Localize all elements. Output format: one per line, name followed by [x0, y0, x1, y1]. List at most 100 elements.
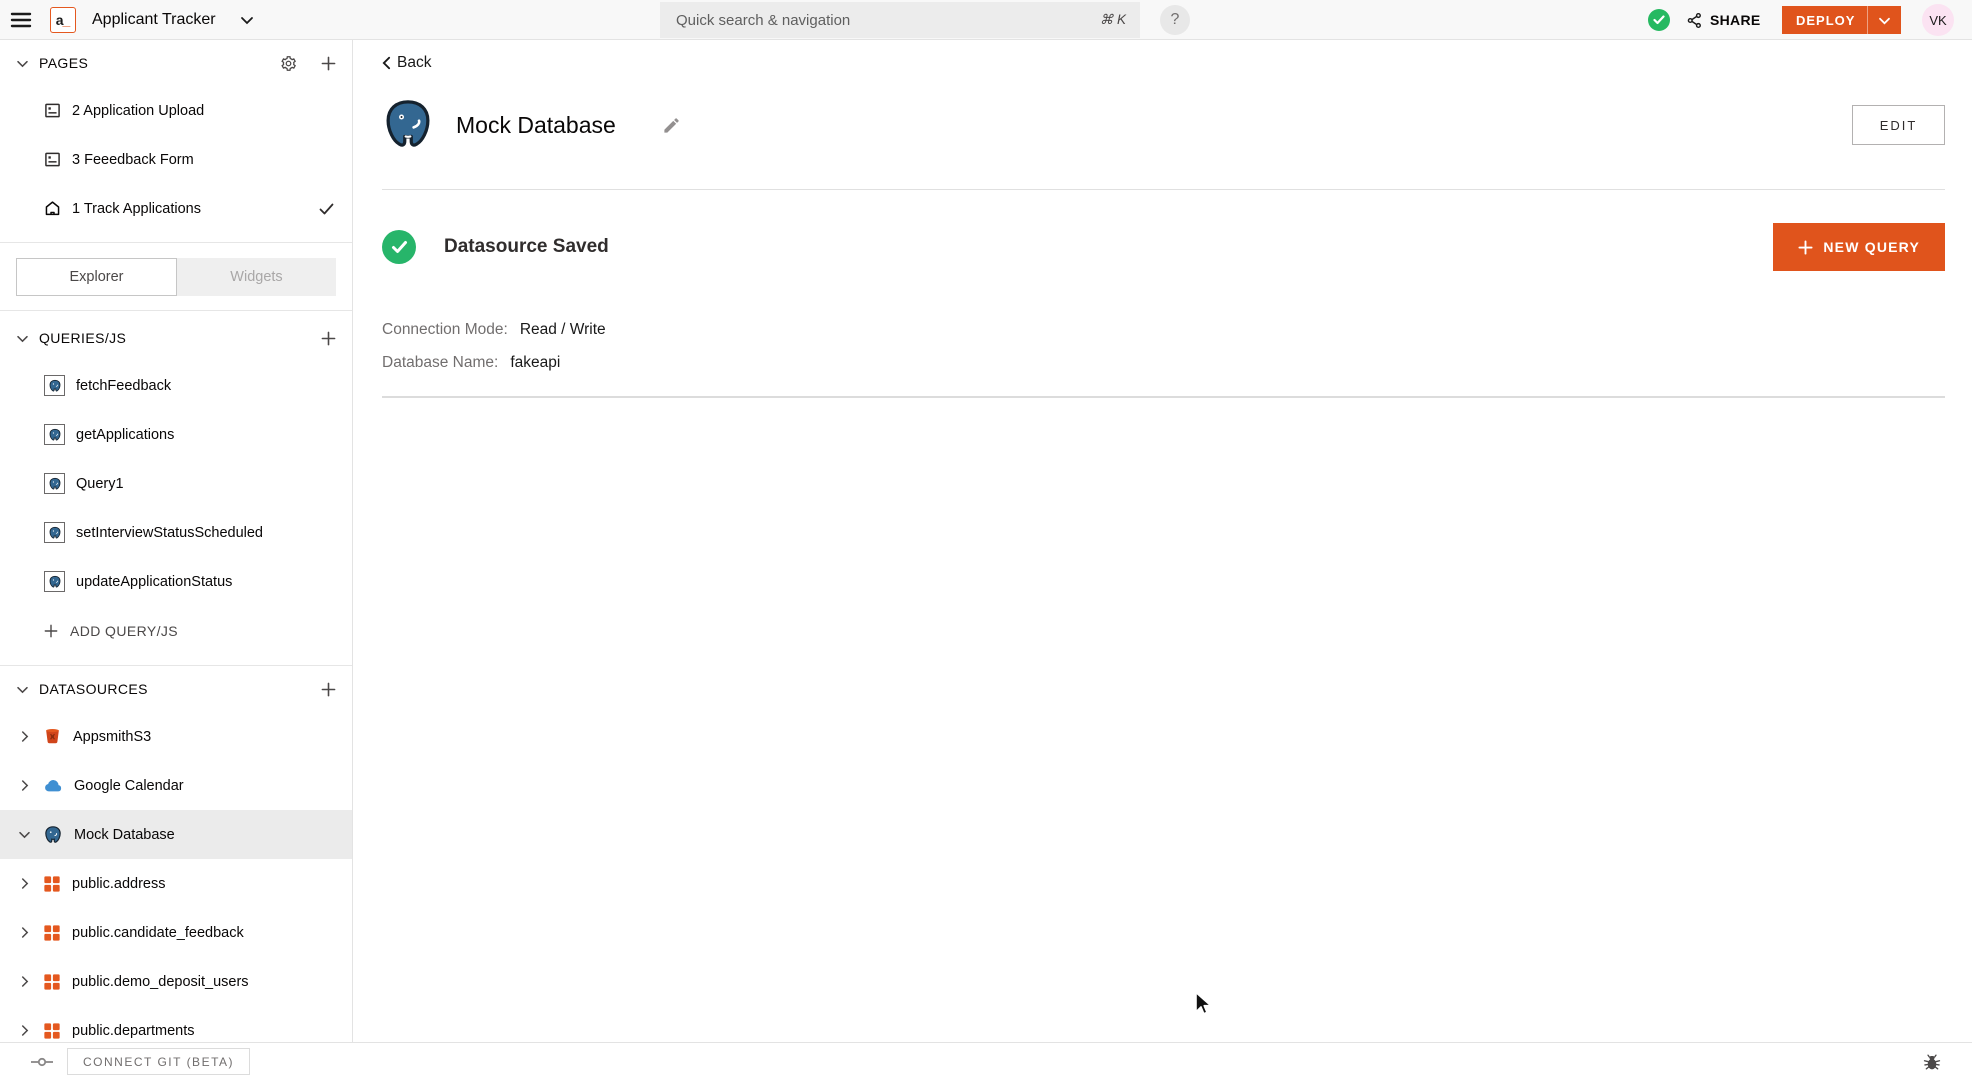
plus-icon: [1798, 239, 1813, 255]
back-button[interactable]: Back: [382, 54, 431, 72]
add-datasource-plus-icon[interactable]: [321, 682, 336, 697]
cloud-icon: [43, 776, 63, 796]
datasource-label: Google Calendar: [74, 777, 184, 794]
query-label: getApplications: [76, 426, 175, 443]
git-branch-icon: [30, 1054, 54, 1070]
datasources-section-header[interactable]: DATASOURCES: [0, 666, 352, 712]
postgres-logo: [382, 98, 434, 152]
postgres-icon: [44, 473, 65, 494]
pages-section-header[interactable]: PAGES: [0, 40, 352, 86]
postgres-icon: [44, 571, 65, 592]
table-item[interactable]: public.demo_deposit_users: [0, 957, 352, 1006]
share-button[interactable]: SHARE: [1686, 0, 1761, 40]
postgres-icon: [43, 825, 63, 845]
table-label: public.address: [72, 875, 166, 892]
home-icon: [44, 200, 61, 217]
queries-section-title: QUERIES/JS: [39, 330, 127, 346]
edit-button[interactable]: EDIT: [1852, 105, 1945, 145]
add-page-plus-icon[interactable]: [321, 56, 336, 71]
connection-mode-label: Connection Mode:: [382, 321, 508, 338]
chevron-left-icon: [382, 56, 391, 70]
back-label: Back: [397, 54, 432, 71]
new-query-label: NEW QUERY: [1823, 239, 1920, 255]
page-label: 2 Application Upload: [72, 102, 205, 119]
user-avatar[interactable]: VK: [1922, 4, 1954, 36]
connection-mode-row: Connection Mode: Read / Write: [382, 321, 1945, 339]
chevron-right-icon[interactable]: [16, 1024, 32, 1037]
query-label: updateApplicationStatus: [76, 573, 233, 590]
pages-chevron-down-icon[interactable]: [16, 59, 29, 68]
help-button[interactable]: ?: [1160, 5, 1190, 35]
new-query-button[interactable]: NEW QUERY: [1773, 223, 1945, 271]
table-item[interactable]: public.departments: [0, 1006, 352, 1042]
plus-icon: [44, 624, 58, 638]
datasource-saved-check-icon: [382, 230, 416, 264]
datasources-section-title: DATASOURCES: [39, 681, 148, 697]
topbar: a _ Applicant Tracker Quick search & navi…: [0, 0, 1972, 40]
database-name-row: Database Name: fakeapi: [382, 354, 1945, 372]
appsmith-logo: a _: [50, 7, 76, 33]
tab-widgets[interactable]: Widgets: [177, 258, 336, 296]
datasources-chevron-down-icon[interactable]: [16, 685, 29, 694]
app-title[interactable]: Applicant Tracker: [92, 0, 216, 40]
share-label: SHARE: [1710, 12, 1761, 28]
sidebar-item-page-application-upload[interactable]: 2 Application Upload: [0, 86, 352, 135]
page-label: 1 Track Applications: [72, 200, 201, 217]
datasource-title: Mock Database: [456, 111, 616, 138]
main-content: Back Mock Database EDIT Datasource Saved: [353, 40, 1972, 1042]
table-label: public.departments: [72, 1022, 195, 1039]
datasource-item-appsmith-s3[interactable]: AppsmithS3: [0, 712, 352, 761]
queries-section-header[interactable]: QUERIES/JS: [0, 315, 352, 361]
add-query-js-button[interactable]: ADD QUERY/JS: [0, 606, 352, 655]
query-label: fetchFeedback: [76, 377, 172, 394]
footer-bar: CONNECT GIT (BETA): [0, 1042, 1972, 1080]
datasource-saved-status: Datasource Saved: [444, 236, 609, 257]
chevron-right-icon[interactable]: [16, 926, 32, 939]
table-item[interactable]: public.candidate_feedback: [0, 908, 352, 957]
datasource-item-google-calendar[interactable]: Google Calendar: [0, 761, 352, 810]
connect-git-button[interactable]: CONNECT GIT (BETA): [67, 1048, 251, 1075]
pages-section-title: PAGES: [39, 55, 89, 71]
add-query-js-label: ADD QUERY/JS: [70, 622, 179, 639]
page-icon: [44, 151, 61, 168]
hamburger-menu-icon[interactable]: [10, 9, 32, 31]
datasource-label: Mock Database: [74, 826, 175, 843]
chevron-right-icon[interactable]: [16, 779, 32, 792]
query-item[interactable]: getApplications: [0, 410, 352, 459]
divider: [0, 310, 352, 311]
query-item[interactable]: fetchFeedback: [0, 361, 352, 410]
datasource-item-mock-database[interactable]: Mock Database: [0, 810, 352, 859]
sidebar: PAGES 2 Application Upload 3 Feeedback F…: [0, 40, 353, 1042]
app-title-chevron-down-icon[interactable]: [240, 15, 254, 25]
add-query-plus-icon[interactable]: [321, 331, 336, 346]
table-item[interactable]: public.address: [0, 859, 352, 908]
chevron-down-icon[interactable]: [16, 830, 32, 839]
chevron-right-icon[interactable]: [16, 730, 32, 743]
edit-name-pencil-icon[interactable]: [662, 116, 681, 135]
sidebar-item-page-feedback-form[interactable]: 3 Feeedback Form: [0, 135, 352, 184]
chevron-right-icon[interactable]: [16, 975, 32, 988]
pages-settings-gear-icon[interactable]: [280, 55, 297, 72]
table-icon: [43, 875, 61, 893]
debug-bug-icon[interactable]: [1922, 1052, 1942, 1072]
divider: [382, 189, 1945, 190]
query-item[interactable]: updateApplicationStatus: [0, 557, 352, 606]
share-icon: [1686, 12, 1703, 29]
save-status-check-icon: [1648, 9, 1670, 31]
help-icon: ?: [1170, 11, 1180, 28]
queries-chevron-down-icon[interactable]: [16, 334, 29, 343]
sidebar-item-page-track-applications[interactable]: 1 Track Applications: [0, 184, 352, 233]
search-input[interactable]: Quick search & navigation ⌘ K: [660, 2, 1140, 38]
query-item[interactable]: setInterviewStatusScheduled: [0, 508, 352, 557]
deploy-chevron-down-icon[interactable]: [1868, 16, 1901, 25]
table-icon: [43, 973, 61, 991]
tab-explorer[interactable]: Explorer: [16, 258, 177, 296]
page-label: 3 Feeedback Form: [72, 151, 194, 168]
table-label: public.demo_deposit_users: [72, 973, 249, 990]
query-label: Query1: [76, 475, 124, 492]
query-item[interactable]: Query1: [0, 459, 352, 508]
table-icon: [43, 924, 61, 942]
table-icon: [43, 1022, 61, 1040]
deploy-button[interactable]: DEPLOY: [1782, 6, 1902, 34]
chevron-right-icon[interactable]: [16, 877, 32, 890]
